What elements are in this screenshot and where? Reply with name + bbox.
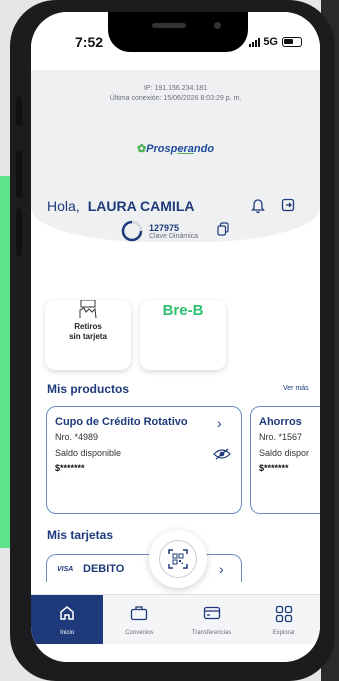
notch	[108, 12, 248, 52]
dynamic-key-label: Clave Dinámica	[149, 232, 199, 240]
cards-title: Mis tarjetas	[47, 528, 114, 542]
quick-action-label: Retiros sin tarjeta	[69, 322, 107, 341]
last-connection: Última conexión: 15/06/2026 8:03:29 p. m…	[109, 95, 242, 102]
see-more-link[interactable]: Ver más	[283, 385, 309, 392]
copy-icon[interactable]	[217, 222, 229, 241]
home-indicator-area	[31, 644, 320, 662]
quick-action-retiros[interactable]: Retiros sin tarjeta	[45, 299, 131, 370]
visa-logo: VISA	[57, 566, 74, 573]
balance-label: Saldo disponible	[55, 448, 122, 458]
products-title: Mis productos	[47, 382, 130, 396]
product-card[interactable]: Cupo de Crédito Rotativo › Nro. *4989 Sa…	[46, 406, 242, 514]
side-button	[16, 150, 22, 198]
logout-icon[interactable]	[281, 198, 295, 217]
greeting: Hola, LAURA CAMILA	[47, 198, 195, 214]
session-info: IP: 191.156.234.181 Última conexión: 15/…	[31, 84, 320, 104]
dynamic-key[interactable]: 127975 Clave Dinámica	[121, 220, 198, 242]
nav-label: Explorar	[272, 630, 296, 636]
card-icon	[203, 606, 220, 620]
nav-label: Convenios	[125, 630, 154, 636]
ip-address: IP: 191.156.234.181	[143, 85, 208, 92]
dynamic-key-progress-icon	[121, 220, 143, 242]
qr-icon	[168, 549, 188, 569]
balance-value: $*******	[55, 463, 85, 473]
briefcase-icon	[131, 606, 148, 621]
user-name: LAURA CAMILA	[87, 198, 195, 214]
brand-logo: ✿Prosperando	[136, 143, 215, 155]
nav-item-explorar[interactable]: Explorar	[248, 595, 320, 644]
nav-item-inicio[interactable]: Inicio	[31, 595, 104, 644]
network-type: 5G	[263, 36, 278, 48]
qr-scan-button[interactable]	[149, 530, 207, 588]
phone-screen: 7:52 5G IP: 191.156.234.181 Última conex…	[31, 12, 320, 662]
product-card[interactable]: Ahorros Nro. *1567 Saldo dispor $*******	[250, 406, 320, 514]
speaker	[152, 23, 186, 28]
cash-hand-icon	[77, 299, 99, 323]
nav-item-transferencias[interactable]: Transferencias	[176, 595, 248, 644]
dynamic-key-code: 127975	[149, 222, 180, 233]
nav-label: Inicio	[60, 630, 75, 636]
battery-icon	[282, 37, 302, 47]
card-item[interactable]: VISA DEBITO ›	[46, 554, 242, 582]
leaf-icon: ✿	[136, 143, 147, 155]
status-time: 7:52	[75, 34, 104, 50]
chevron-right-icon: ›	[217, 415, 222, 431]
quick-action-breb[interactable]: Bre-B	[140, 300, 226, 370]
nav-item-convenios[interactable]: Convenios	[103, 595, 175, 644]
nav-label: Transferencias	[191, 630, 232, 636]
product-title: Ahorros	[259, 416, 302, 428]
header-panel: IP: 191.156.234.181 Última conexión: 15/…	[31, 70, 320, 242]
camera	[214, 22, 221, 29]
eye-slash-icon[interactable]	[213, 447, 231, 465]
grid-icon	[275, 605, 293, 623]
card-type: DEBITO	[83, 563, 125, 575]
bottom-nav: Inicio Convenios Transferencias Explorar	[31, 594, 320, 644]
balance-label: Saldo dispor	[259, 448, 310, 458]
status-indicators: 5G	[249, 36, 302, 48]
signal-icon	[249, 37, 261, 47]
side-button	[16, 208, 22, 256]
home-icon	[60, 606, 74, 620]
product-number: Nro. *4989	[55, 432, 99, 442]
bell-icon[interactable]	[251, 198, 265, 219]
side-button	[16, 96, 22, 126]
product-title: Cupo de Crédito Rotativo	[55, 416, 188, 428]
chevron-right-icon: ›	[219, 561, 224, 577]
product-number: Nro. *1567	[259, 432, 303, 442]
balance-value: $*******	[259, 463, 289, 473]
greeting-hello: Hola,	[47, 198, 80, 214]
breb-logo: Bre-B	[162, 302, 204, 319]
